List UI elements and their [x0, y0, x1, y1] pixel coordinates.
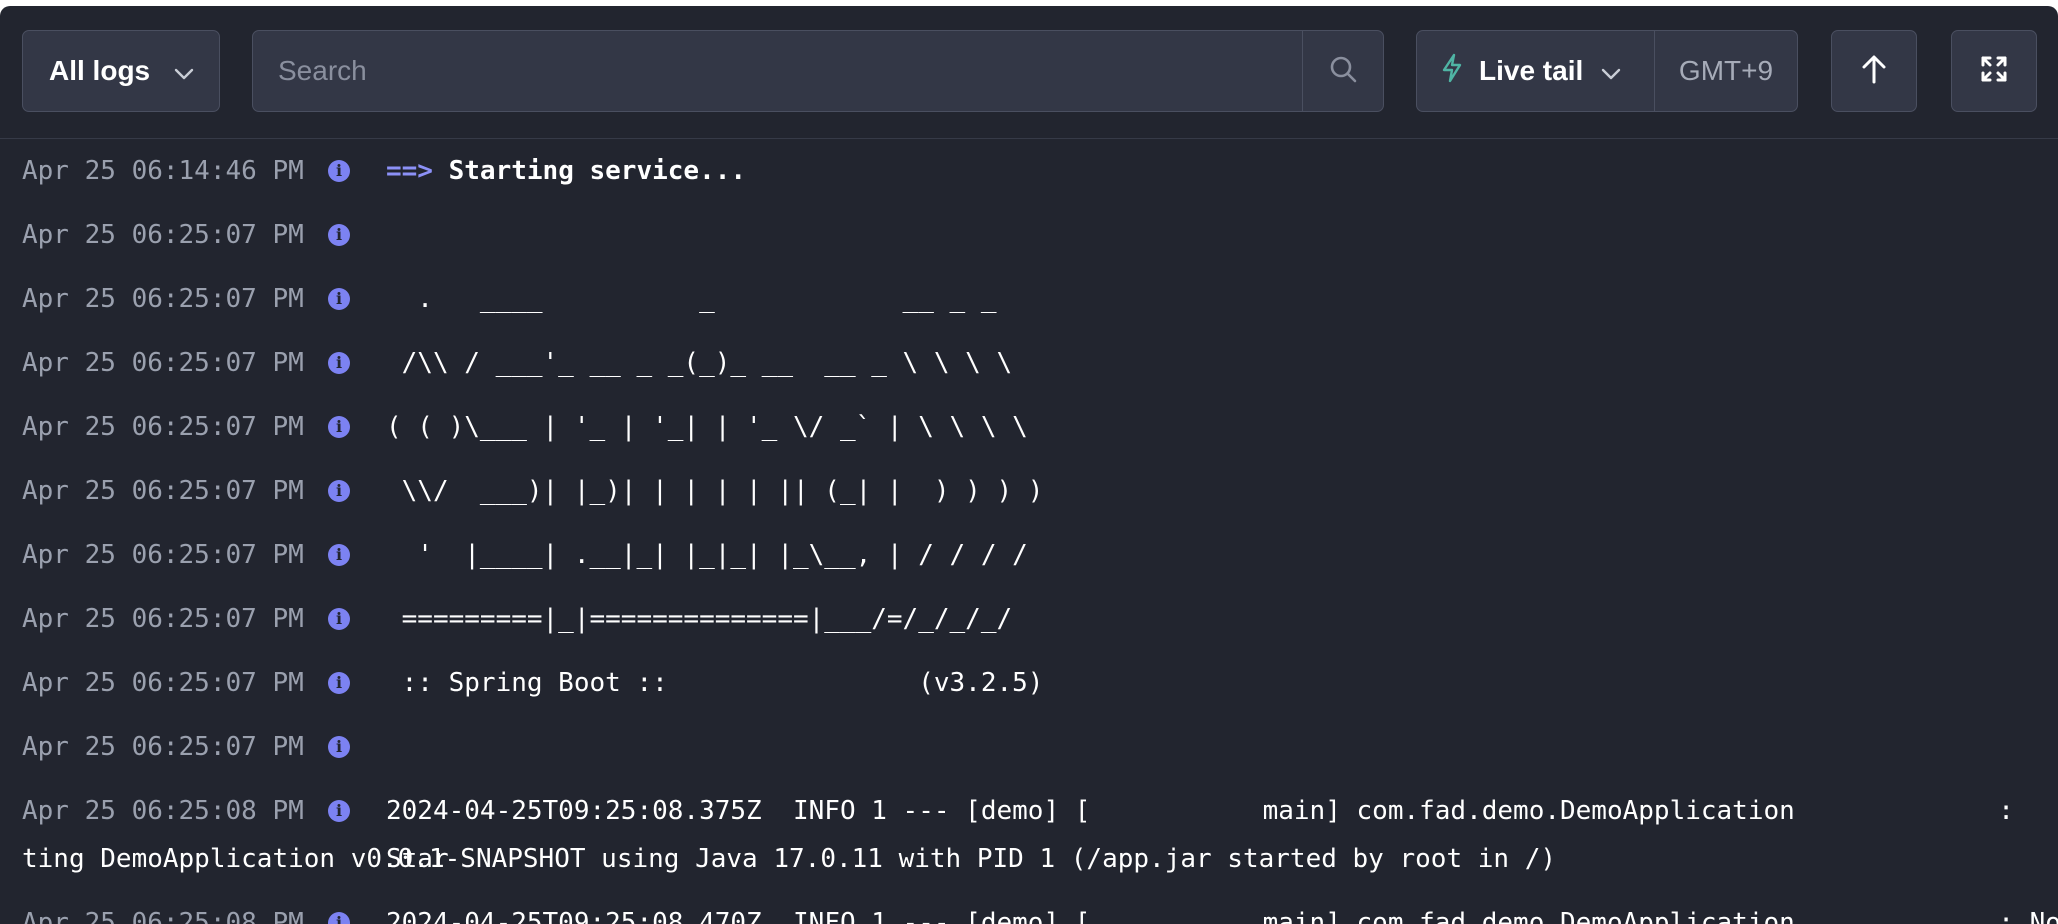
search-box	[252, 30, 1384, 112]
log-row: Apr 25 06:25:07 PM i	[0, 715, 2058, 779]
log-message: ' |____| .__|_| |_|_| |_\__, | / / / /	[386, 540, 1028, 570]
log-row: Apr 25 06:25:08 PM i 2024-04-25T09:25:08.4…	[0, 891, 2058, 924]
log-message: =========|_|==============|___/=/_/_/_/	[386, 604, 1013, 634]
log-timestamp: Apr 25 06:25:07 PM	[22, 348, 304, 378]
log-message-continuation: ting DemoApplication v0.0.1-SNAPSHOT usi…	[22, 844, 1557, 874]
lightning-icon	[1441, 53, 1463, 90]
arrow-up-icon	[1861, 54, 1887, 89]
info-icon: i	[328, 800, 350, 822]
log-row: Apr 25 06:25:07 PM i ' |____| .__|_| |_|_…	[0, 523, 2058, 587]
log-message: \\/ ___)| |_)| | | | | || (_| | ) ) ) )	[386, 476, 1044, 506]
log-timestamp: Apr 25 06:25:07 PM	[22, 476, 304, 506]
log-row: Apr 25 06:25:07 PM i . ____ _ __ _ _	[0, 267, 2058, 331]
info-icon: i	[328, 736, 350, 758]
log-timestamp: Apr 25 06:25:07 PM	[22, 732, 304, 762]
log-row: Apr 25 06:14:46 PM i ==> Starting service.…	[0, 139, 2058, 203]
log-message: . ____ _ __ _ _	[386, 284, 997, 314]
info-icon: i	[328, 288, 350, 310]
log-message: ( ( )\___ | '_ | '_| | '_ \/ _` | \ \ \ …	[386, 412, 1028, 442]
start-arrow: ==>	[386, 156, 433, 186]
chevron-down-icon	[1601, 55, 1621, 87]
log-message: 2024-04-25T09:25:08.470Z INFO 1 --- [dem…	[386, 908, 2058, 924]
log-message: /\\ / ___'_ __ _ _(_)_ __ __ _ \ \ \ \	[386, 348, 1013, 378]
log-message: :: Spring Boot :: (v3.2.5)	[386, 668, 1044, 698]
toolbar: All logs Live tail	[0, 6, 2058, 139]
all-logs-dropdown[interactable]: All logs	[22, 30, 220, 112]
log-row: Apr 25 06:25:07 PM i =========|_|========…	[0, 587, 2058, 651]
log-timestamp: Apr 25 06:25:08 PM	[22, 796, 304, 826]
log-timestamp: Apr 25 06:25:07 PM	[22, 412, 304, 442]
log-row: Apr 25 06:25:08 PM i 2024-04-25T09:25:08.3…	[0, 779, 2058, 891]
all-logs-label: All logs	[49, 55, 151, 86]
search-icon	[1328, 54, 1358, 89]
chevron-down-icon	[174, 55, 194, 87]
search-button[interactable]	[1302, 31, 1383, 111]
log-timestamp: Apr 25 06:25:07 PM	[22, 284, 304, 314]
log-viewer-window: All logs Live tail	[0, 6, 2058, 924]
log-row: Apr 25 06:25:07 PM i ( ( )\___ | '_ | '_| …	[0, 395, 2058, 459]
log-row: Apr 25 06:25:07 PM i :: Spring Boot :: (v…	[0, 651, 2058, 715]
log-timestamp: Apr 25 06:25:07 PM	[22, 668, 304, 698]
log-row: Apr 25 06:25:07 PM i \\/ ___)| |_)| | | |…	[0, 459, 2058, 523]
info-icon: i	[328, 544, 350, 566]
info-icon: i	[328, 912, 350, 924]
info-icon: i	[328, 160, 350, 182]
info-icon: i	[328, 416, 350, 438]
fullscreen-button[interactable]	[1951, 30, 2037, 112]
live-tail-label: Live tail	[1479, 55, 1584, 86]
info-icon: i	[328, 608, 350, 630]
info-icon: i	[328, 352, 350, 374]
log-message-text: Starting service...	[448, 156, 747, 186]
log-timestamp: Apr 25 06:25:07 PM	[22, 604, 304, 634]
log-list: Apr 25 06:14:46 PM i ==> Starting service.…	[0, 139, 2058, 924]
info-icon: i	[328, 224, 350, 246]
log-timestamp: Apr 25 06:25:07 PM	[22, 220, 304, 250]
log-row: Apr 25 06:25:07 PM i	[0, 203, 2058, 267]
live-tail-group: Live tail GMT+9	[1416, 30, 1798, 112]
search-input[interactable]	[253, 30, 1302, 112]
log-message: ==> Starting service...	[386, 139, 746, 203]
info-icon: i	[328, 672, 350, 694]
log-timestamp: Apr 25 06:25:08 PM	[22, 908, 304, 924]
scroll-to-top-button[interactable]	[1831, 30, 1917, 112]
info-icon: i	[328, 480, 350, 502]
log-timestamp: Apr 25 06:25:07 PM	[22, 540, 304, 570]
log-timestamp: Apr 25 06:14:46 PM	[22, 156, 304, 186]
log-row: Apr 25 06:25:07 PM i /\\ / ___'_ __ _ _(_…	[0, 331, 2058, 395]
timezone-selector[interactable]: GMT+9	[1655, 55, 1797, 87]
live-tail-dropdown[interactable]: Live tail	[1417, 31, 1655, 111]
expand-icon	[1980, 55, 2008, 88]
